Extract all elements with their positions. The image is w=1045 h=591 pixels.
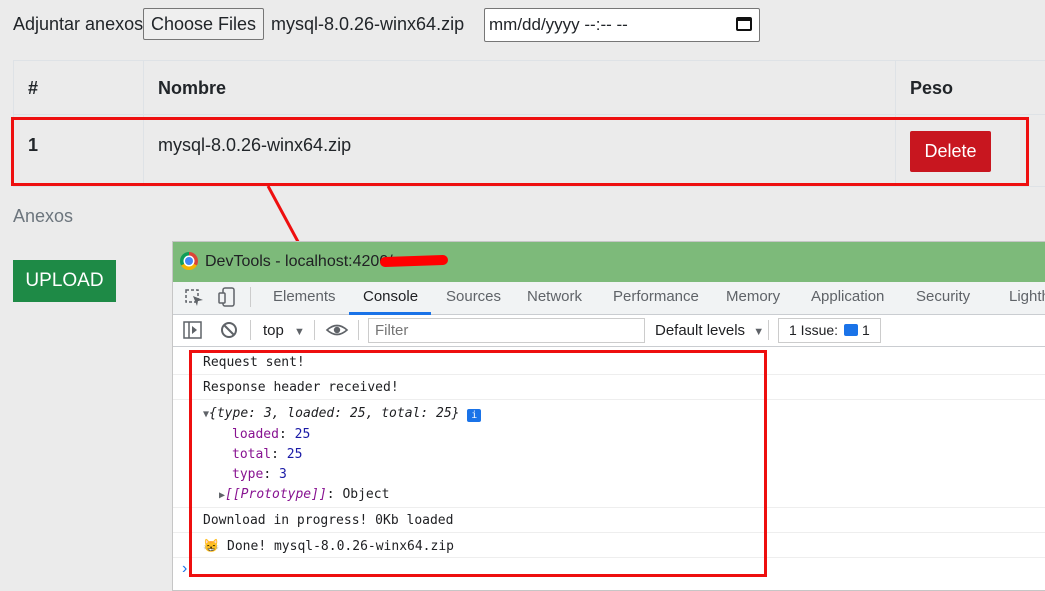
tab-memory[interactable]: Memory: [726, 288, 780, 306]
chevron-down-icon: ▼: [753, 326, 765, 338]
toolbar-separator: [358, 320, 359, 340]
console-prompt-icon[interactable]: ›: [182, 560, 187, 578]
tab-elements[interactable]: Elements: [273, 288, 336, 306]
sidebar-toggle-icon[interactable]: [182, 320, 204, 340]
device-toolbar-icon[interactable]: [217, 286, 239, 308]
devtools-title: DevTools - localhost:4200/: [205, 253, 393, 270]
column-header-index: #: [28, 78, 39, 98]
tab-console[interactable]: Console: [363, 288, 418, 306]
toolbar-separator: [768, 320, 769, 340]
calendar-icon[interactable]: [736, 17, 752, 31]
table-top-border: [13, 60, 1045, 61]
chosen-filename: mysql-8.0.26-winx64.zip: [271, 14, 465, 34]
issue-message-icon: [844, 324, 859, 336]
issues-button[interactable]: 1 Issue: 1: [778, 318, 881, 343]
column-header-name: Nombre: [158, 78, 227, 98]
context-label: top: [263, 322, 284, 339]
highlight-box-row: [11, 117, 1029, 186]
chrome-icon: [180, 252, 198, 270]
issues-count: 1: [862, 322, 870, 338]
log-levels-select[interactable]: Default levels ▼: [655, 322, 764, 341]
eye-icon[interactable]: [325, 322, 349, 338]
inspect-icon[interactable]: [184, 287, 206, 309]
toolbar-separator: [314, 320, 315, 340]
context-select[interactable]: top ▼: [263, 322, 305, 341]
datetime-placeholder: mm/dd/yyyy --:-- --: [489, 15, 628, 34]
attach-label: Adjuntar anexos: [13, 14, 144, 34]
tab-lighthouse[interactable]: Lighthouse: [1009, 288, 1045, 306]
upload-button[interactable]: UPLOAD: [13, 260, 116, 302]
issues-label: 1 Issue:: [789, 322, 839, 338]
chevron-down-icon: ▼: [294, 326, 305, 338]
console-filter-input[interactable]: Filter: [368, 318, 645, 343]
highlight-box-console: [189, 350, 767, 577]
table-bottom-border: [13, 186, 1045, 187]
tab-performance[interactable]: Performance: [613, 288, 699, 306]
attachments-label: Anexos: [13, 206, 74, 226]
column-header-size: Peso: [910, 78, 954, 98]
toolbar-separator: [250, 287, 251, 307]
toolbar-separator: [250, 320, 251, 340]
tab-security[interactable]: Security: [916, 288, 970, 306]
choose-files-button[interactable]: Choose Files: [143, 8, 264, 40]
tab-application[interactable]: Application: [811, 288, 884, 306]
datetime-input[interactable]: mm/dd/yyyy --:-- --: [484, 8, 760, 42]
tab-sources[interactable]: Sources: [446, 288, 501, 306]
clear-console-icon[interactable]: [219, 320, 239, 340]
log-levels-label: Default levels: [655, 322, 746, 339]
tab-network[interactable]: Network: [527, 288, 582, 306]
table-header-border: [13, 114, 1045, 115]
